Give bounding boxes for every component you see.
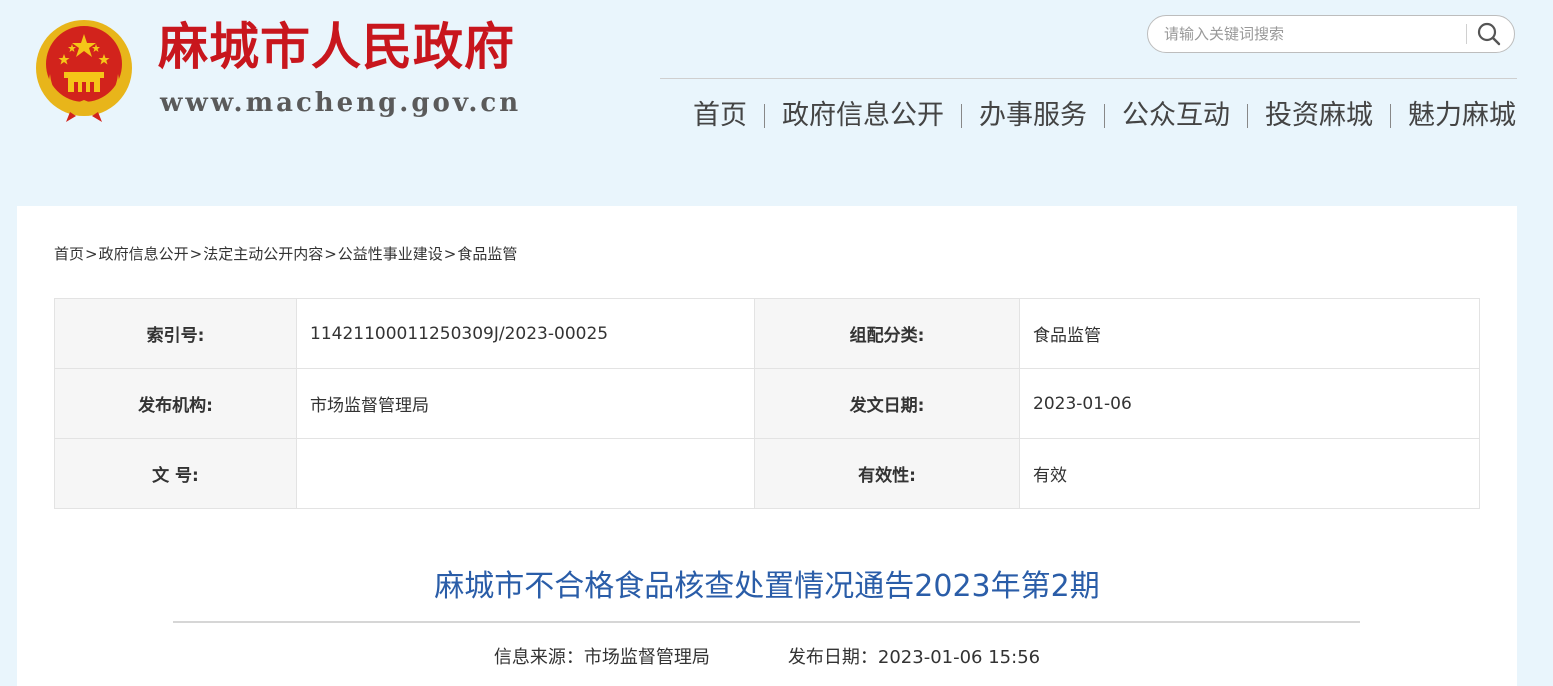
meta-value xyxy=(296,438,755,509)
article-title: 麻城市不合格食品核查处置情况通告2023年第2期 xyxy=(434,569,1100,604)
document-meta-table: 索引号: 11421100011250309J/2023-00025 组配分类:… xyxy=(54,298,1480,509)
search-box xyxy=(1147,15,1515,53)
meta-label: 索引号: xyxy=(54,298,297,369)
site-title: 麻城市人民政府 xyxy=(158,18,515,76)
meta-label: 有效性: xyxy=(754,438,1020,509)
meta-label: 文 号: xyxy=(54,438,297,509)
table-row: 发布机构: 市场监督管理局 发文日期: 2023-01-06 xyxy=(54,368,1480,439)
source-label: 信息来源： xyxy=(493,647,584,668)
nav-separator xyxy=(961,103,962,128)
nav-separator xyxy=(1247,103,1248,128)
meta-value: 2023-01-06 xyxy=(1019,368,1480,439)
nav-item-interaction[interactable]: 公众互动 xyxy=(1122,102,1230,129)
meta-value: 11421100011250309J/2023-00025 xyxy=(296,298,755,369)
date-label: 发布日期： xyxy=(787,647,878,668)
search-button[interactable] xyxy=(1474,20,1504,48)
main-nav: 首页 政府信息公开 办事服务 公众互动 投资麻城 魅力麻城 xyxy=(693,102,1516,129)
search-icon xyxy=(1477,22,1501,46)
source-value: 市场监督管理局 xyxy=(583,647,710,668)
header-divider xyxy=(660,78,1517,79)
article-info: 信息来源：市场监督管理局 发布日期：2023-01-06 15:56 xyxy=(17,643,1517,669)
site-url: www.macheng.gov.cn xyxy=(160,88,522,118)
breadcrumb-item-government-info[interactable]: 政府信息公开 xyxy=(99,245,189,263)
nav-item-government-info[interactable]: 政府信息公开 xyxy=(782,102,944,129)
search-divider xyxy=(1466,24,1467,44)
breadcrumb-item-public-welfare[interactable]: 公益性事业建设 xyxy=(338,245,443,263)
nav-separator xyxy=(764,103,765,128)
nav-item-charm[interactable]: 魅力麻城 xyxy=(1408,102,1516,129)
meta-label: 发布机构: xyxy=(54,368,297,439)
breadcrumb-separator: > xyxy=(189,245,203,263)
nav-separator xyxy=(1390,103,1391,128)
meta-value: 食品监管 xyxy=(1019,298,1480,369)
title-divider xyxy=(173,621,1360,623)
nav-item-investment[interactable]: 投资麻城 xyxy=(1265,102,1373,129)
breadcrumb-item-food-supervision[interactable]: 食品监管 xyxy=(457,245,517,263)
nav-item-home[interactable]: 首页 xyxy=(693,102,747,129)
table-row: 文 号: 有效性: 有效 xyxy=(54,438,1480,509)
search-input[interactable] xyxy=(1164,16,1454,52)
breadcrumb-separator: > xyxy=(324,245,337,263)
meta-label: 组配分类: xyxy=(754,298,1020,369)
meta-value: 有效 xyxy=(1019,438,1480,509)
nav-separator xyxy=(1104,103,1105,128)
meta-label: 发文日期: xyxy=(754,368,1020,439)
breadcrumb-item-statutory-content[interactable]: 法定主动公开内容 xyxy=(203,245,323,263)
breadcrumb-item-home[interactable]: 首页 xyxy=(54,245,84,263)
meta-value: 市场监督管理局 xyxy=(296,368,755,439)
breadcrumb: 首页>政府信息公开>法定主动公开内容>公益性事业建设>食品监管 xyxy=(54,243,517,264)
breadcrumb-separator: > xyxy=(443,245,457,263)
nav-item-services[interactable]: 办事服务 xyxy=(979,102,1087,129)
date-value: 2023-01-06 15:56 xyxy=(877,647,1041,668)
content-panel: 首页>政府信息公开>法定主动公开内容>公益性事业建设>食品监管 索引号: 114… xyxy=(17,206,1517,686)
national-emblem-icon xyxy=(36,20,132,122)
table-row: 索引号: 11421100011250309J/2023-00025 组配分类:… xyxy=(54,298,1480,369)
breadcrumb-separator: > xyxy=(85,245,98,263)
